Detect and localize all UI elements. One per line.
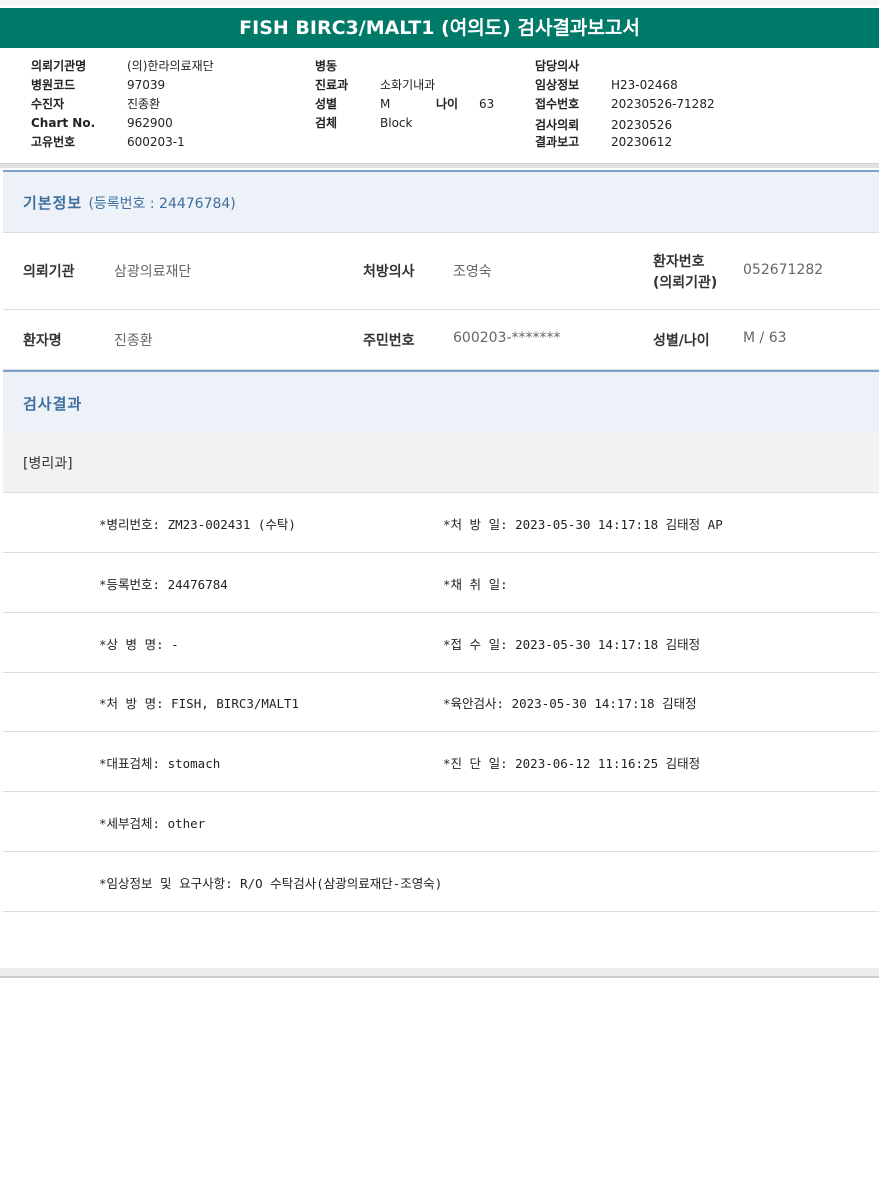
result-row: *처 방 명: FISH, BIRC3/MALT1 *육안검사: 2023-05…: [3, 672, 879, 732]
age-value: 63: [479, 97, 495, 111]
header-row-report-date: 결과보고 20230612: [535, 133, 672, 150]
header-value: (의)한라의료재단: [127, 59, 214, 73]
basic-info-row: 의뢰기관 삼광의료재단 처방의사 조영숙 환자번호 (의뢰기관) 0526712…: [3, 232, 879, 310]
info-label: 성별/나이: [653, 333, 710, 349]
result-left: *등록번호: 24476784: [99, 577, 228, 592]
info-value: 삼광의료재단: [114, 264, 192, 280]
header-value: 97039: [127, 78, 166, 92]
results-section-header: 검사결과: [3, 370, 879, 434]
header-value: 20230612: [611, 135, 673, 149]
result-left: *처 방 명: FISH, BIRC3/MALT1: [99, 696, 300, 711]
result-left: *세부검체: other: [99, 816, 206, 831]
top-edge: [0, 0, 879, 5]
result-right: *접 수 일: 2023-05-30 14:17:18 김태정: [443, 637, 701, 652]
header-row-hospital-code: 병원코드 97039: [31, 76, 165, 93]
result-row: *상 병 명: - *접 수 일: 2023-05-30 14:17:18 김태…: [3, 613, 879, 673]
department-row: [병리과]: [3, 433, 879, 493]
header-label: 검체: [315, 116, 338, 130]
header-row-doctor: 담당의사: [535, 57, 611, 74]
header-label: 담당의사: [535, 59, 580, 73]
header-value: M: [380, 97, 391, 111]
header-label: 의뢰기관명: [31, 59, 87, 73]
result-row: *병리번호: ZM23-002431 (수탁) *처 방 일: 2023-05-…: [3, 493, 879, 553]
info-label: 주민번호: [363, 333, 415, 349]
result-right: *채 취 일:: [443, 577, 508, 592]
department-label: [병리과]: [23, 456, 73, 472]
header-label: 진료과: [315, 78, 349, 92]
header-row-sex: 성별 M 나이 63: [315, 95, 494, 112]
header-label: 검사의뢰: [535, 118, 580, 132]
header-label: 결과보고: [535, 135, 580, 149]
header-label: 임상정보: [535, 78, 580, 92]
info-label: 환자명: [23, 333, 62, 349]
header-divider: [0, 163, 879, 168]
age-label: 나이: [436, 97, 459, 111]
result-left: *상 병 명: -: [99, 637, 179, 652]
header-value: 소화기내과: [380, 78, 436, 92]
result-right: *육안검사: 2023-05-30 14:17:18 김태정: [443, 696, 697, 711]
result-left: *대표검체: stomach: [99, 756, 221, 771]
info-label: 환자번호: [653, 254, 705, 270]
header-label: Chart No.: [31, 116, 96, 130]
result-right: *처 방 일: 2023-05-30 14:17:18 김태정 AP: [443, 517, 723, 532]
info-label: (의뢰기관): [653, 275, 718, 291]
info-label: 의뢰기관: [23, 264, 75, 280]
header-value: H23-02468: [611, 78, 678, 92]
header-row-request-date: 검사의뢰 20230526: [535, 116, 672, 133]
header-row-clinical-info: 임상정보 H23-02468: [535, 76, 678, 93]
header-row-unique-no: 고유번호 600203-1: [31, 133, 185, 150]
header-label: 성별: [315, 97, 338, 111]
header-label: 고유번호: [31, 135, 76, 149]
basic-info-title: 기본정보: [23, 194, 83, 212]
header-value: 20230526: [611, 118, 673, 132]
info-value: 진종환: [114, 333, 153, 349]
header-row-chart-no: Chart No. 962900: [31, 116, 173, 130]
header-row-ward: 병동: [315, 57, 380, 74]
header-value: 962900: [127, 116, 173, 130]
header-value: 20230526-71282: [611, 97, 715, 111]
header-row-institution: 의뢰기관명 (의)한라의료재단: [31, 57, 214, 74]
header-value: 600203-1: [127, 135, 185, 149]
info-value: 052671282: [743, 262, 824, 278]
header-label: 접수번호: [535, 97, 580, 111]
report-title: FISH BIRC3/MALT1 (여의도) 검사결과보고서: [0, 8, 879, 48]
basic-info-row: 환자명 진종환 주민번호 600203-******* 성별/나이 M / 63: [3, 310, 879, 370]
results-title: 검사결과: [23, 395, 83, 413]
result-row: *세부검체: other: [3, 792, 879, 852]
result-row: *등록번호: 24476784 *채 취 일:: [3, 553, 879, 613]
basic-info-section-header: 기본정보 (등록번호 : 24476784): [3, 170, 879, 233]
header-value: 진종환: [127, 97, 161, 111]
registration-number: (등록번호 : 24476784): [88, 196, 236, 212]
result-right: *진 단 일: 2023-06-12 11:16:25 김태정: [443, 756, 701, 771]
info-value: 조영숙: [453, 264, 492, 280]
result-left: *임상정보 및 요구사항: R/O 수탁검사(삼광의료재단-조영숙): [99, 876, 443, 891]
header-label: 수진자: [31, 97, 65, 111]
header-row-specimen: 검체 Block: [315, 114, 412, 131]
header-row-patient: 수진자 진종환: [31, 95, 160, 112]
header-label: 병동: [315, 59, 338, 73]
info-value: 600203-*******: [453, 330, 561, 346]
header-value: Block: [380, 116, 413, 130]
result-row: *대표검체: stomach *진 단 일: 2023-06-12 11:16:…: [3, 732, 879, 792]
header-row-department: 진료과 소화기내과: [315, 76, 435, 93]
bottom-divider: [0, 968, 879, 978]
header-label: 병원코드: [31, 78, 76, 92]
info-label: 처방의사: [363, 264, 415, 280]
result-left: *병리번호: ZM23-002431 (수탁): [99, 517, 296, 532]
header-row-receipt-no: 접수번호 20230526-71282: [535, 95, 715, 112]
info-value: M / 63: [743, 330, 787, 346]
result-row: *임상정보 및 요구사항: R/O 수탁검사(삼광의료재단-조영숙): [3, 852, 879, 912]
section-title: 기본정보 (등록번호 : 24476784): [23, 192, 236, 213]
